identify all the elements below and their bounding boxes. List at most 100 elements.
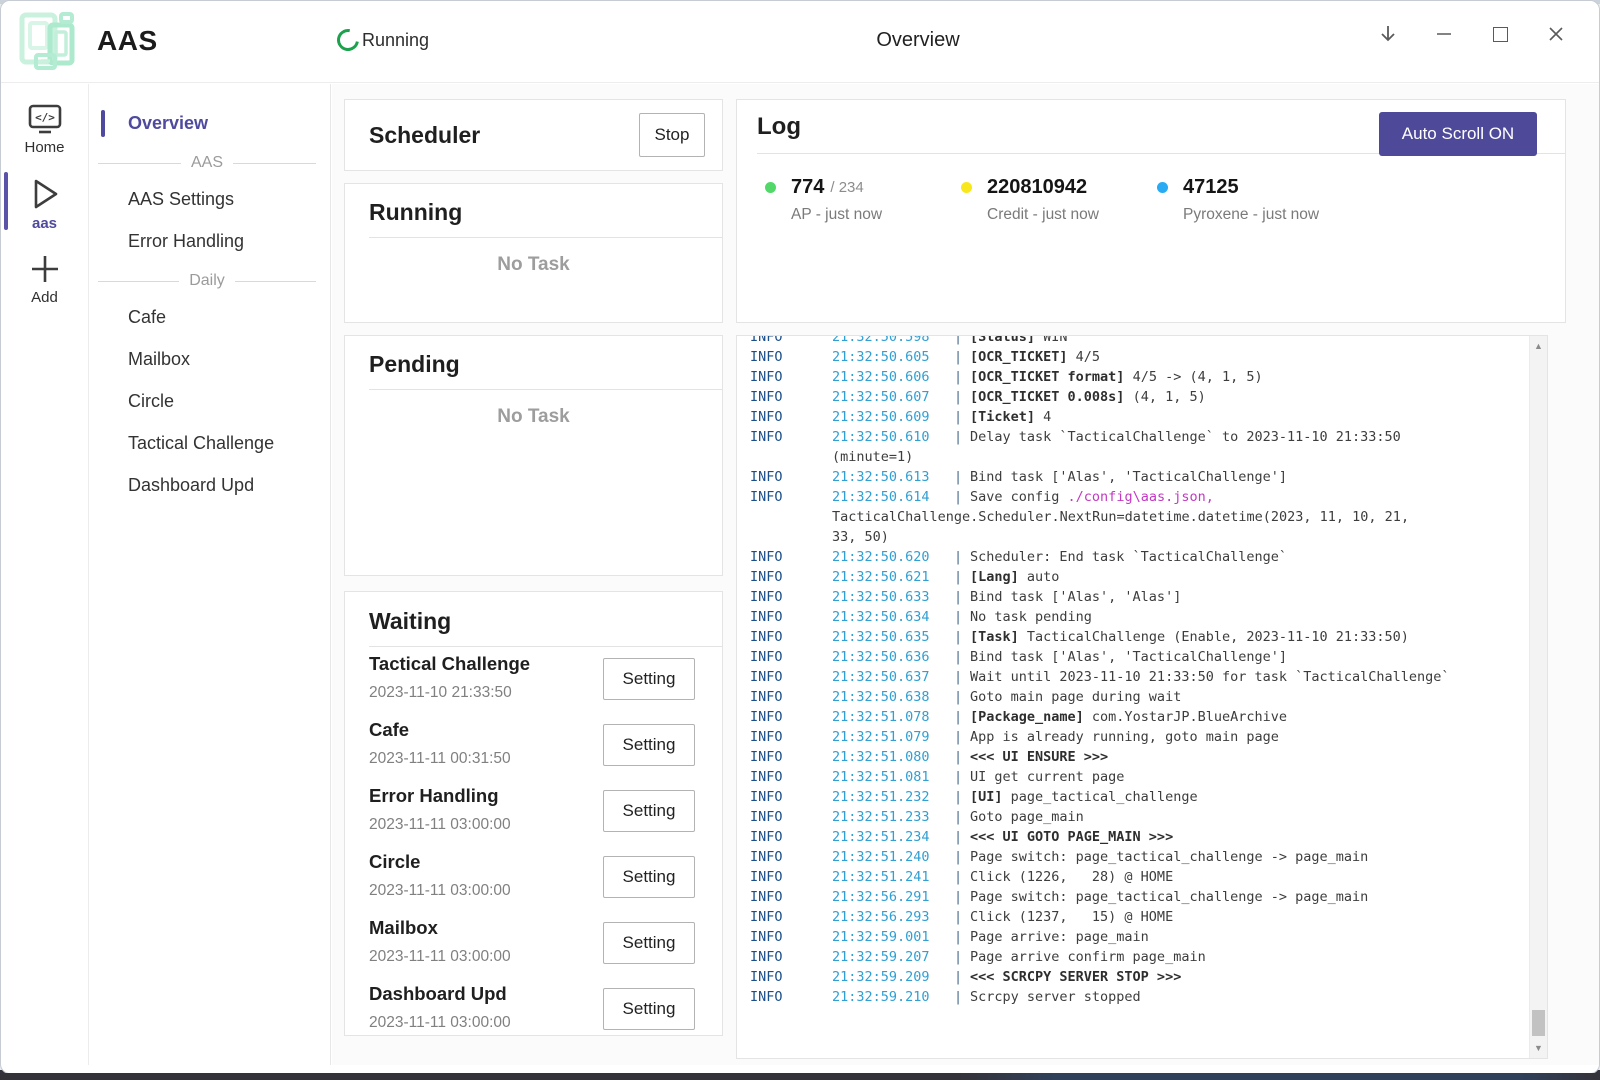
download-arrow-icon[interactable] (1373, 19, 1403, 49)
rail-item-aas[interactable]: aas (1, 170, 88, 232)
log-message: Scheduler: End task `TacticalChallenge` (970, 547, 1287, 567)
task-setting-button[interactable]: Setting (603, 988, 695, 1030)
log-line: INFO21:32:51.080|<<< UI ENSURE >>> (750, 747, 1529, 767)
log-message: Click (1226, 28) @ HOME (970, 867, 1173, 887)
log-line: INFO21:32:50.614|Save config ./config\aa… (750, 487, 1529, 507)
maximize-button[interactable] (1485, 19, 1515, 49)
log-line: INFO21:32:51.081|UI get current page (750, 767, 1529, 787)
log-message: TacticalChallenge.Scheduler.NextRun=date… (832, 507, 1409, 527)
log-card: Log Auto Scroll ON 774/ 234AP - just now… (736, 99, 1566, 323)
task-setting-button[interactable]: Setting (603, 790, 695, 832)
resource-stats-row: 774/ 234AP - just now220810942Credit - j… (765, 176, 1565, 224)
nav-group-label: AAS (181, 154, 233, 172)
log-timestamp: 21:32:59.209 (832, 967, 954, 987)
task-setting-button[interactable]: Setting (603, 658, 695, 700)
log-line: INFO21:32:59.207|Page arrive confirm pag… (750, 947, 1529, 967)
log-line: INFO21:32:50.609|[Ticket] 4 (750, 407, 1529, 427)
log-message: [UI] page_tactical_challenge (970, 787, 1198, 807)
log-lines: INFO21:32:50.598|[Status] WININFO21:32:5… (737, 336, 1529, 1007)
log-message: [Task] TacticalChallenge (Enable, 2023-1… (970, 627, 1409, 647)
log-scroll-area[interactable]: INFO21:32:50.598|[Status] WININFO21:32:5… (737, 336, 1529, 1058)
log-level: INFO (750, 907, 832, 927)
log-timestamp: 21:32:51.233 (832, 807, 954, 827)
sidebar-item-dashboard-upd[interactable]: Dashboard Upd (90, 466, 330, 505)
log-timestamp: 21:32:50.610 (832, 427, 954, 447)
rail-item-add[interactable]: Add (1, 246, 88, 306)
log-line: INFO21:32:59.209|<<< SCRCPY SERVER STOP … (750, 967, 1529, 987)
log-timestamp: 21:32:50.607 (832, 387, 954, 407)
log-line: INFO21:32:50.606|[OCR_TICKET format] 4/5… (750, 367, 1529, 387)
running-empty-message: No Task (345, 254, 722, 276)
sidebar-item-tactical-challenge[interactable]: Tactical Challenge (90, 424, 330, 463)
log-pipe: | (954, 567, 970, 587)
log-line: INFO21:32:59.001|Page arrive: page_main (750, 927, 1529, 947)
log-timestamp: 21:32:51.078 (832, 707, 954, 727)
run-status: Running (337, 29, 429, 51)
log-pipe: | (954, 967, 970, 987)
log-level: INFO (750, 387, 832, 407)
log-pipe: | (954, 487, 970, 507)
log-title: Log (757, 113, 801, 140)
taskbar-strip (0, 1073, 1600, 1080)
log-timestamp: 21:32:50.613 (832, 467, 954, 487)
log-line-continuation: (minute=1) (750, 447, 1529, 467)
log-pipe: | (954, 687, 970, 707)
log-timestamp: 21:32:56.291 (832, 887, 954, 907)
log-message: Page switch: page_tactical_challenge -> … (970, 887, 1368, 907)
log-level: INFO (750, 787, 832, 807)
log-message: UI get current page (970, 767, 1124, 787)
stop-button[interactable]: Stop (639, 113, 705, 157)
auto-scroll-button[interactable]: Auto Scroll ON (1379, 112, 1537, 156)
log-timestamp: 21:32:50.606 (832, 367, 954, 387)
sidebar-item-circle[interactable]: Circle (90, 382, 330, 421)
log-timestamp: 21:32:51.080 (832, 747, 954, 767)
log-timestamp: 21:32:50.633 (832, 587, 954, 607)
log-message: <<< UI ENSURE >>> (970, 747, 1108, 767)
log-level (750, 507, 832, 527)
icon-rail: </> Home aas Add (1, 84, 89, 1065)
scrollbar-up-arrow-icon[interactable]: ▲ (1530, 338, 1547, 354)
sidebar-item-overview[interactable]: Overview (90, 104, 330, 143)
title-bar: AAS Running Overview (1, 1, 1599, 83)
side-navigation: OverviewAASAAS SettingsError HandlingDai… (90, 84, 331, 1065)
log-timestamp: 21:32:50.614 (832, 487, 954, 507)
sidebar-item-error-handling[interactable]: Error Handling (90, 222, 330, 261)
log-line: INFO21:32:50.613|Bind task ['Alas', 'Tac… (750, 467, 1529, 487)
run-status-label: Running (362, 30, 429, 51)
log-pipe: | (954, 987, 970, 1007)
log-pipe: | (954, 827, 970, 847)
stat-value: 774 (791, 176, 824, 199)
log-line: INFO21:32:50.633|Bind task ['Alas', 'Ala… (750, 587, 1529, 607)
stat-top: 47125 (1157, 176, 1353, 199)
task-setting-button[interactable]: Setting (603, 856, 695, 898)
task-setting-button[interactable]: Setting (603, 724, 695, 766)
scrollbar-thumb[interactable] (1532, 1010, 1545, 1036)
log-message: Goto page_main (970, 807, 1084, 827)
log-scrollbar[interactable]: ▲ ▼ (1529, 336, 1547, 1058)
log-level: INFO (750, 336, 832, 347)
svg-text:</>: </> (35, 111, 55, 124)
log-timestamp: 21:32:50.636 (832, 647, 954, 667)
log-pipe: | (954, 336, 970, 347)
log-level: INFO (750, 427, 832, 447)
log-message: [Lang] auto (970, 567, 1059, 587)
stat-label: Credit - just now (987, 206, 1157, 224)
log-line: INFO21:32:56.291|Page switch: page_tacti… (750, 887, 1529, 907)
log-level: INFO (750, 647, 832, 667)
sidebar-item-mailbox[interactable]: Mailbox (90, 340, 330, 379)
close-button[interactable] (1541, 19, 1571, 49)
scrollbar-down-arrow-icon[interactable]: ▼ (1530, 1040, 1547, 1056)
log-pipe: | (954, 387, 970, 407)
log-message: (minute=1) (832, 447, 913, 467)
log-message: Page switch: page_tactical_challenge -> … (970, 847, 1368, 867)
log-level: INFO (750, 887, 832, 907)
sidebar-item-cafe[interactable]: Cafe (90, 298, 330, 337)
rail-item-home[interactable]: </> Home (1, 98, 88, 156)
log-timestamp: 21:32:59.210 (832, 987, 954, 1007)
minimize-button[interactable] (1429, 19, 1459, 49)
waiting-task-row: Circle2023-11-11 03:00:00Setting (369, 849, 722, 911)
task-setting-button[interactable]: Setting (603, 922, 695, 964)
log-message: <<< SCRCPY SERVER STOP >>> (970, 967, 1181, 987)
log-line: INFO21:32:56.293|Click (1237, 15) @ HOME (750, 907, 1529, 927)
sidebar-item-aas-settings[interactable]: AAS Settings (90, 180, 330, 219)
